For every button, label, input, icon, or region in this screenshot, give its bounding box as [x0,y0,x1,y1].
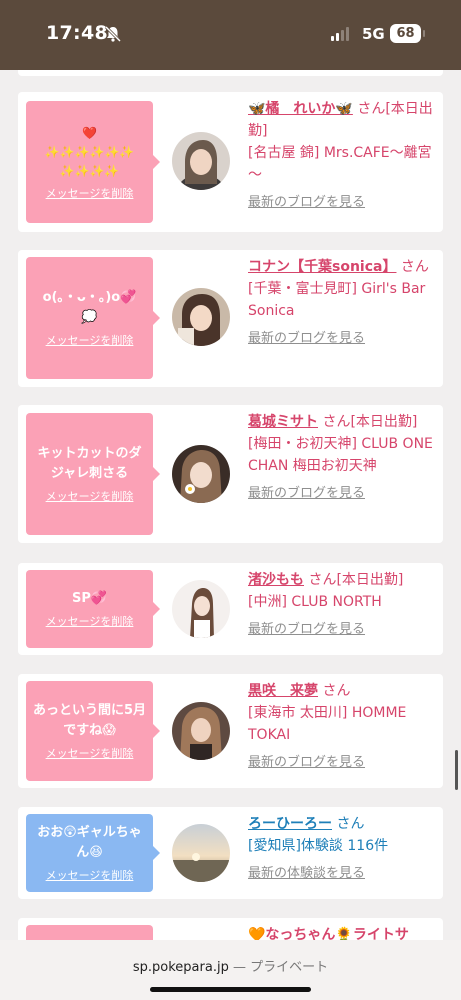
reviewer-name-link[interactable]: ろーひーろー [248,816,332,832]
list-item: 🧡なっちゃん🌻ライトサ [18,918,443,940]
url-display[interactable]: sp.pokepara.jp — プライベート [0,956,461,975]
latest-blog-link[interactable]: 最新のブログを見る [248,619,433,641]
honorific: さん [322,683,351,699]
list-item: SP💞 メッセージを削除 渚沙もも さん[本日出勤] [中洲] CLUB NOR… [18,563,443,655]
message-text: ❤️ ✨✨✨✨✨✨ ✨✨✨✨ [44,125,135,178]
honorific: さん [308,572,337,588]
list-item: ❤️ ✨✨✨✨✨✨ ✨✨✨✨ メッセージを削除 🦋橘 れいか🦋 さん[本日出勤]… [18,92,443,232]
cast-info: 🦋橘 れいか🦋 さん[本日出勤] [名古屋 錦] Mrs.CAFE～離宮～ 最新… [248,98,433,214]
latest-review-link[interactable]: 最新の体験談を見る [248,863,433,885]
list-item: あっという間に5月ですね😱 メッセージを削除 黒咲 来夢 さん [東海市 太田川… [18,674,443,788]
cast-name-link[interactable]: 葛城ミサト [248,414,318,430]
delete-message-link[interactable]: メッセージを削除 [46,745,134,761]
latest-blog-link[interactable]: 最新のブログを見る [248,752,433,774]
shop-location: [梅田・お初天神] CLUB ONE CHAN 梅田お初天神 [248,436,433,474]
home-indicator[interactable] [150,987,311,992]
battery-tip [423,30,425,37]
list-item: おお😲ギャルちゃん😆 メッセージを削除 ろーひーろー さん [愛知県]体験談 1… [18,807,443,899]
message-bubble: おお😲ギャルちゃん😆 メッセージを削除 [26,814,160,892]
list-item: o(｡・ᴗ・｡)o💞 💭 メッセージを削除 コナン【千葉sonica】 さん [… [18,250,443,387]
bell-muted-icon [104,25,122,43]
cast-info: コナン【千葉sonica】 さん [千葉・富士見町] Girl's Bar So… [248,256,433,350]
avatar[interactable] [172,288,230,346]
signal-icon [331,27,349,41]
work-status: [本日出勤] [350,414,418,430]
message-bubble: ❤️ ✨✨✨✨✨✨ ✨✨✨✨ メッセージを削除 [26,101,160,223]
shop-location: [千葉・富士見町] Girl's Bar Sonica [248,281,426,319]
delete-message-link[interactable]: メッセージを削除 [46,613,134,629]
delete-message-link[interactable]: メッセージを削除 [46,867,134,883]
url-text: sp.pokepara.jp [132,960,229,975]
honorific: さん [357,101,386,117]
cast-name-link[interactable]: 黒咲 来夢 [248,683,318,699]
url-separator: — [228,960,251,975]
message-text: おお😲ギャルちゃん😆 [37,825,142,860]
avatar[interactable] [172,580,230,638]
latest-blog-link[interactable]: 最新のブログを見る [248,483,433,505]
message-bubble: SP💞 メッセージを削除 [26,570,160,648]
message-bubble: o(｡・ᴗ・｡)o💞 💭 メッセージを削除 [26,257,160,379]
message-bubble: キットカットのダジャレ刺さる メッセージを削除 [26,413,160,535]
avatar[interactable] [172,824,230,882]
message-bubble [26,925,153,940]
work-status: [本日出勤] [336,572,404,588]
private-mode-label: プライベート [250,960,329,975]
list-item: キットカットのダジャレ刺さる メッセージを削除 葛城ミサト さん[本日出勤] [… [18,405,443,543]
message-text: あっという間に5月ですね😱 [32,703,147,738]
honorific: さん [400,259,429,275]
avatar[interactable] [172,445,230,503]
latest-blog-link[interactable]: 最新のブログを見る [248,328,433,350]
honorific: さん [322,414,351,430]
honorific: さん [336,816,365,832]
cast-name-link[interactable]: 🧡なっちゃん🌻ライトサ [248,927,409,940]
shop-location: [名古屋 錦] Mrs.CAFE～離宮～ [248,145,432,183]
message-bubble: あっという間に5月ですね😱 メッセージを削除 [26,681,160,781]
shop-location: [東海市 太田川] HOMME TOKAI [248,705,407,743]
cast-info: 黒咲 来夢 さん [東海市 太田川] HOMME TOKAI 最新のブログを見る [248,680,433,774]
cast-name-link[interactable]: コナン【千葉sonica】 [248,259,396,275]
review-count: [愛知県]体験談 116件 [248,838,389,854]
cast-name-link[interactable]: 🦋橘 れいか🦋 [248,101,353,117]
cast-info: 葛城ミサト さん[本日出勤] [梅田・お初天神] CLUB ONE CHAN 梅… [248,411,433,505]
avatar[interactable] [172,702,230,760]
message-text: キットカットのダジャレ刺さる [37,446,142,481]
cast-info: ろーひーろー さん [愛知県]体験談 116件 最新の体験談を見る [248,813,433,885]
cast-name-link[interactable]: 渚沙もも [248,572,304,588]
favorites-list: ❤️ ✨✨✨✨✨✨ ✨✨✨✨ メッセージを削除 🦋橘 れいか🦋 さん[本日出勤]… [0,70,461,940]
battery-icon: 68 [390,24,421,43]
latest-blog-link[interactable]: 最新のブログを見る [248,192,433,214]
avatar[interactable] [172,132,230,190]
network-type: 5G [362,25,385,43]
cast-info: 渚沙もも さん[本日出勤] [中洲] CLUB NORTH 最新のブログを見る [248,569,433,641]
message-text: SP💞 [71,591,108,606]
delete-message-link[interactable]: メッセージを削除 [46,185,134,201]
status-time: 17:48 [46,22,108,44]
delete-message-link[interactable]: メッセージを削除 [46,332,134,348]
message-text: o(｡・ᴗ・｡)o💞 💭 [42,290,137,325]
list-item [18,70,443,76]
shop-location: [中洲] CLUB NORTH [248,594,382,610]
scrollbar[interactable] [455,750,458,790]
cast-info: 🧡なっちゃん🌻ライトサ [248,924,433,940]
delete-message-link[interactable]: メッセージを削除 [46,488,134,504]
status-bar: 17:48 5G 68 [0,0,461,70]
